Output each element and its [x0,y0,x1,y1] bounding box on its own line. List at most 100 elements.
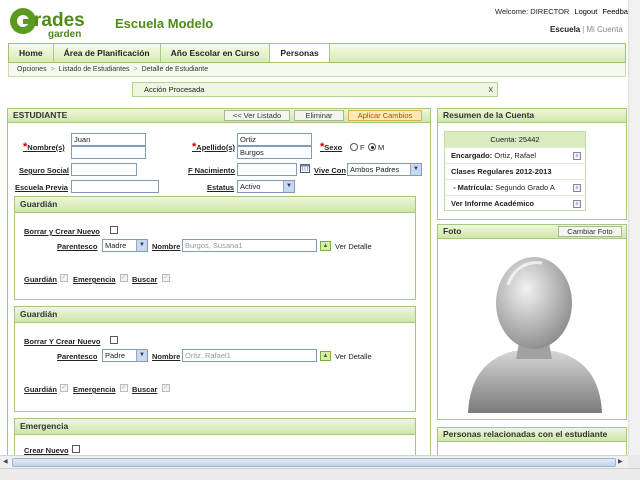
magnifier-icon[interactable]: ⌕ [573,200,581,208]
account-number: Cuenta: 25442 [445,132,585,148]
guardian-2-buscar-label: Buscar [132,385,158,394]
breadcrumb-detalle: Detalle de Estudiante [141,66,209,73]
guardian-1-clear-label: Borrar y Crear Nuevo [24,227,100,236]
f-nacimiento-input[interactable] [237,163,297,176]
tab-home[interactable]: Home [9,44,54,62]
vertical-scrollbar[interactable] [628,0,640,468]
guardian-1-title: Guardián [15,197,415,213]
guardian-2-nombre-label: Nombre [152,352,181,361]
informe-link[interactable]: Ver Informe Académico [451,199,534,208]
matricula-label: Matrícula: [457,183,494,192]
guardian-1-guardian-checkbox[interactable] [60,273,68,282]
guardian-section-2: Guardián Borrar Y Crear Nuevo Parentesco… [14,306,416,412]
scroll-corner [628,455,640,468]
scroll-right-icon[interactable]: ▶ [618,458,623,465]
escuela-link[interactable]: Escuela [550,25,580,34]
escuela-previa-label: Escuela Previa [15,183,68,192]
cambiar-foto-button[interactable]: Cambiar Foto [558,226,622,237]
guardian-2-clear-label: Borrar Y Crear Nuevo [24,337,101,346]
guardian-1-clear-checkbox[interactable] [110,226,118,234]
vive-con-label: Vive Con [314,166,346,175]
browser-status-bar [0,468,640,480]
aplicar-cambios-button[interactable]: Aplicar Cambios [348,110,422,121]
guardian-1-nombre-input[interactable]: Burgos, Susana1 [182,239,317,252]
ver-listado-button[interactable]: << Ver Listado [224,110,290,121]
guardian-2-parentesco-select[interactable]: Padre [102,349,148,362]
tab-ano-escolar[interactable]: Año Escolar en Curso [161,44,271,62]
account-summary-panel: Resumen de la Cuenta Cuenta: 25442 Encar… [437,108,627,220]
seguro-social-input[interactable] [71,163,137,176]
guardian-1-buscar-checkbox[interactable] [162,273,170,282]
mi-cuenta-link[interactable]: Mi Cuenta [586,25,622,34]
photo-panel: Foto Cambiar Foto [437,224,627,420]
breadcrumb-listado[interactable]: Listado de Estudiantes [59,66,130,73]
related-people-panel: Personas relacionadas con el estudiante [437,427,627,457]
status-message-text: Acción Procesada [144,85,205,94]
encargado-value: Ortiz, Rafael [494,151,537,160]
breadcrumb-opciones[interactable]: Opciones [17,66,47,73]
horizontal-scroll-thumb[interactable] [12,458,616,467]
sexo-f-radio[interactable] [350,143,358,151]
breadcrumb: Opciones > Listado de Estudiantes > Detalle … [8,63,626,77]
tab-personas[interactable]: Personas [270,44,330,62]
guardian-1-emergencia-checkbox[interactable] [120,273,128,282]
account-links: Escuela | Mi Cuenta [550,25,623,34]
svg-text:garden: garden [48,29,81,40]
student-panel-title: ESTUDIANTE [13,110,68,120]
guardian-2-buscar-checkbox[interactable] [162,383,170,392]
grades-garden-logo[interactable]: rades garden [8,6,104,40]
apellidos-label: *Apellido(s) [192,141,236,153]
apellido-field-1[interactable]: Ortiz [237,133,312,146]
guardian-2-title: Guardián [15,307,415,323]
student-panel: ESTUDIANTE << Ver Listado Eliminar Aplic… [7,108,431,456]
escuela-previa-input[interactable] [71,180,159,193]
logout-link[interactable]: Logout [574,7,597,16]
guardian-1-go-icon[interactable]: ▲ [320,241,331,251]
magnifier-icon[interactable]: ⌕ [573,152,581,160]
close-icon[interactable]: x [489,82,494,96]
guardian-2-clear-checkbox[interactable] [110,336,118,344]
matricula-value: Segundo Grado A [495,183,555,192]
guardian-2-ver-detalle-link[interactable]: Ver Detalle [335,352,372,361]
related-people-title: Personas relacionadas con el estudiante [438,428,626,442]
guardian-1-parentesco-select[interactable]: Madre [102,239,148,252]
horizontal-scrollbar[interactable]: ◀ ▶ [0,455,628,468]
calendar-icon[interactable] [300,163,310,173]
guardian-1-guardian-label: Guardián [24,275,57,284]
emergencia-section: Emergencia Crear Nuevo [14,418,416,455]
tab-planificacion[interactable]: Área de Planificación [54,44,161,62]
emergencia-crear-checkbox[interactable] [72,445,80,453]
apellido-field-2[interactable]: Burgos [237,146,312,159]
estatus-label: Estatus [207,183,235,192]
account-summary-title: Resumen de la Cuenta [438,109,626,123]
clases-row: Clases Regulares 2012-2013 [445,164,585,180]
guardian-1-buscar-label: Buscar [132,275,158,284]
emergencia-title: Emergencia [15,419,415,435]
nombre-field-2[interactable] [71,146,146,159]
matricula-row: - Matrícula: Segundo Grado A ⌕ [445,180,585,196]
scroll-left-icon[interactable]: ◀ [3,458,8,465]
status-message: Acción Procesada x [132,82,498,97]
user-bar: Welcome: DIRECTOR Logout Feedback [492,7,635,16]
guardian-2-emergencia-checkbox[interactable] [120,383,128,392]
estatus-select[interactable]: Activo [237,180,295,193]
sexo-m-label: M [378,143,385,152]
f-nacimiento-label: F Nacimiento [188,166,236,175]
guardian-1-emergencia-label: Emergencia [73,275,116,284]
student-panel-header: ESTUDIANTE << Ver Listado Eliminar Aplic… [8,109,430,123]
magnifier-icon[interactable]: ⌕ [573,184,581,192]
encargado-label: Encargado: [451,151,493,160]
guardian-1-nombre-label: Nombre [152,242,181,251]
vive-con-select[interactable]: Ambos Padres [347,163,422,176]
guardian-2-nombre-input[interactable]: Ortiz, Rafael1 [182,349,317,362]
photo-title: Foto [443,226,462,236]
account-box: Cuenta: 25442 Encargado: Ortiz, Rafael ⌕… [444,131,586,211]
guardian-1-ver-detalle-link[interactable]: Ver Detalle [335,242,372,251]
guardian-2-guardian-checkbox[interactable] [60,383,68,392]
nombre-field-1[interactable]: Juan [71,133,146,146]
eliminar-button[interactable]: Eliminar [294,110,344,121]
guardian-2-go-icon[interactable]: ▲ [320,351,331,361]
sexo-m-radio[interactable] [368,143,376,151]
guardian-section-1: Guardián Borrar y Crear Nuevo Parentesco… [14,196,416,300]
guardian-2-emergencia-label: Emergencia [73,385,116,394]
